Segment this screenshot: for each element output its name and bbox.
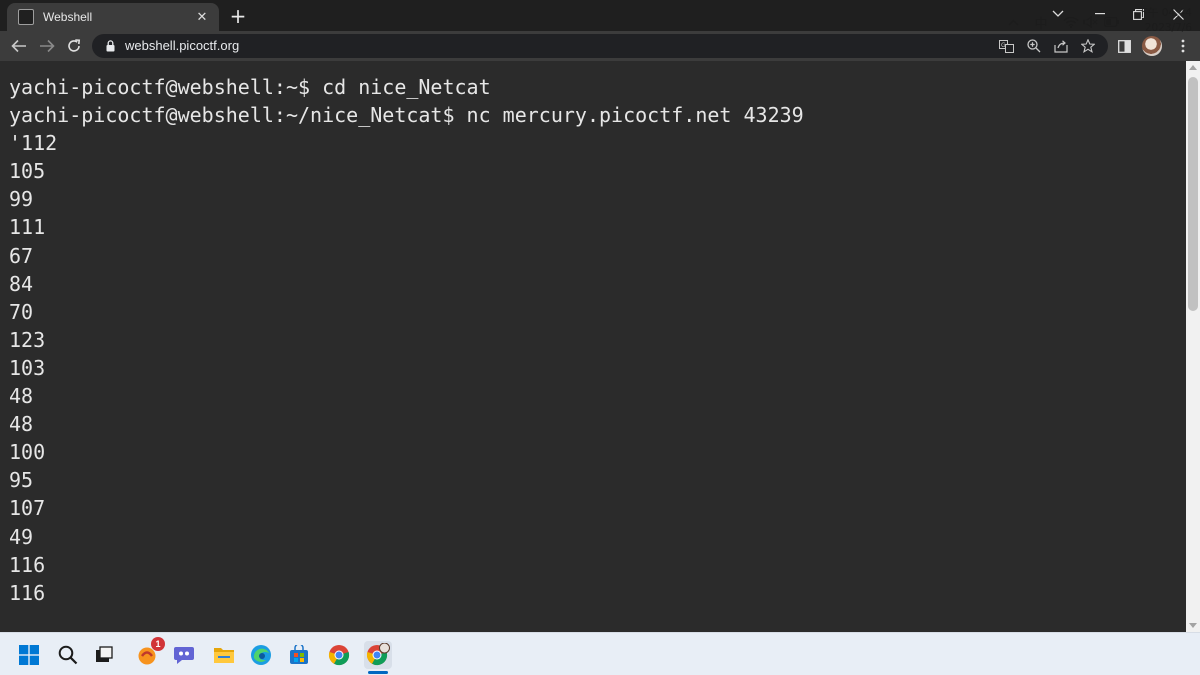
browser-menu-button[interactable] bbox=[1173, 36, 1193, 56]
terminal-output: yachi-picoctf@webshell:~$ cd nice_Netcat… bbox=[9, 73, 804, 607]
terminal-line: 116 bbox=[9, 580, 46, 605]
task-view-button[interactable] bbox=[90, 641, 118, 669]
terminal-line: yachi-picoctf@webshell:~/nice_Netcat$ nc… bbox=[9, 103, 804, 128]
chrome-profile-icon bbox=[366, 643, 390, 666]
terminal-line: 123 bbox=[9, 327, 46, 352]
scroll-down-arrow-icon[interactable] bbox=[1189, 623, 1197, 628]
terminal-line: 48 bbox=[9, 412, 34, 437]
microsoft-store-button[interactable] bbox=[285, 641, 313, 669]
active-app-indicator bbox=[368, 671, 388, 674]
clock-date: 2023/7/6 bbox=[1144, 22, 1192, 34]
widgets-button[interactable]: 1 bbox=[133, 637, 165, 669]
clock-time: 下午 04:44 bbox=[1137, 7, 1192, 19]
muted-volume-icon bbox=[1082, 16, 1097, 28]
side-panel-icon bbox=[1117, 39, 1131, 53]
terminal-line: 67 bbox=[9, 243, 34, 268]
vertical-scrollbar[interactable] bbox=[1186, 61, 1200, 632]
terminal-line: 111 bbox=[9, 215, 46, 240]
tab-close-button[interactable]: ✕ bbox=[193, 8, 211, 26]
browser-toolbar: webshell.picoctf.org G bbox=[0, 31, 1200, 61]
taskbar-search-button[interactable] bbox=[54, 641, 82, 669]
terminal-line: 105 bbox=[9, 159, 46, 184]
start-button[interactable] bbox=[15, 641, 43, 669]
store-icon bbox=[290, 645, 308, 664]
chat-button[interactable] bbox=[170, 641, 198, 669]
terminal-line: 100 bbox=[9, 440, 46, 465]
terminal-line: 99 bbox=[9, 187, 34, 212]
star-icon bbox=[1081, 39, 1095, 53]
share-button[interactable] bbox=[1053, 38, 1069, 54]
terminal-line: 84 bbox=[9, 271, 34, 296]
forward-button[interactable] bbox=[36, 35, 58, 57]
bookmark-button[interactable] bbox=[1080, 38, 1096, 54]
translate-button[interactable]: G bbox=[998, 38, 1014, 54]
kebab-menu-icon bbox=[1181, 39, 1185, 53]
share-icon bbox=[1054, 39, 1068, 53]
profile-button[interactable] bbox=[1142, 36, 1162, 56]
battery-button[interactable] bbox=[1103, 12, 1119, 32]
tab-title: Webshell bbox=[43, 10, 93, 24]
back-arrow-icon bbox=[11, 39, 26, 53]
file-explorer-button[interactable] bbox=[210, 641, 238, 669]
start-icon bbox=[19, 645, 39, 665]
chevron-up-icon bbox=[1008, 19, 1018, 25]
battery-icon bbox=[1103, 17, 1119, 27]
volume-button[interactable] bbox=[1082, 12, 1098, 32]
taskbar: 1 bbox=[0, 632, 1200, 675]
terminal-line: 107 bbox=[9, 496, 46, 521]
scroll-up-arrow-icon[interactable] bbox=[1189, 65, 1197, 70]
terminal-line: 103 bbox=[9, 355, 46, 380]
system-clock[interactable]: 下午 04:44 2023/7/6 bbox=[1128, 6, 1192, 36]
back-button[interactable] bbox=[8, 35, 30, 57]
search-icon bbox=[58, 645, 78, 665]
translate-icon: G bbox=[998, 39, 1014, 53]
terminal[interactable]: yachi-picoctf@webshell:~$ cd nice_Netcat… bbox=[0, 61, 1186, 632]
show-hidden-icons-button[interactable] bbox=[1005, 12, 1021, 32]
chrome-profile-button[interactable] bbox=[364, 641, 392, 669]
zoom-icon bbox=[1027, 39, 1041, 53]
side-panel-button[interactable] bbox=[1114, 36, 1134, 56]
terminal-line: 116 bbox=[9, 552, 46, 577]
scrollbar-thumb[interactable] bbox=[1188, 77, 1198, 311]
input-method-indicator[interactable]: 中 bbox=[1033, 12, 1049, 32]
reload-button[interactable] bbox=[63, 35, 85, 57]
terminal-line: '112 bbox=[9, 131, 58, 156]
url-text[interactable]: webshell.picoctf.org bbox=[125, 38, 239, 53]
new-tab-button[interactable]: + bbox=[227, 5, 249, 27]
avatar bbox=[1142, 36, 1162, 56]
terminal-line: yachi-picoctf@webshell:~$ cd nice_Netcat bbox=[9, 75, 491, 99]
forward-arrow-icon bbox=[40, 39, 55, 53]
address-bar[interactable]: webshell.picoctf.org G bbox=[92, 34, 1108, 58]
terminal-line: 49 bbox=[9, 524, 34, 549]
terminal-line: 95 bbox=[9, 468, 34, 493]
zoom-button[interactable] bbox=[1026, 38, 1042, 54]
chrome-button[interactable] bbox=[325, 641, 353, 669]
terminal-favicon-icon bbox=[18, 9, 34, 25]
chat-icon bbox=[174, 647, 194, 664]
wifi-button[interactable] bbox=[1062, 12, 1080, 32]
browser-tab[interactable]: Webshell ✕ bbox=[7, 3, 219, 31]
terminal-line: 48 bbox=[9, 384, 34, 409]
chrome-icon bbox=[328, 645, 350, 666]
lock-icon[interactable] bbox=[106, 40, 115, 52]
reload-icon bbox=[68, 39, 81, 52]
svg-text:G: G bbox=[1001, 42, 1006, 49]
edge-button[interactable] bbox=[247, 641, 275, 669]
file-explorer-icon bbox=[214, 648, 234, 663]
edge-icon bbox=[251, 645, 271, 665]
terminal-line: 70 bbox=[9, 299, 34, 324]
notification-badge: 1 bbox=[151, 637, 165, 651]
task-view-icon bbox=[96, 646, 113, 662]
wifi-icon bbox=[1063, 16, 1079, 28]
